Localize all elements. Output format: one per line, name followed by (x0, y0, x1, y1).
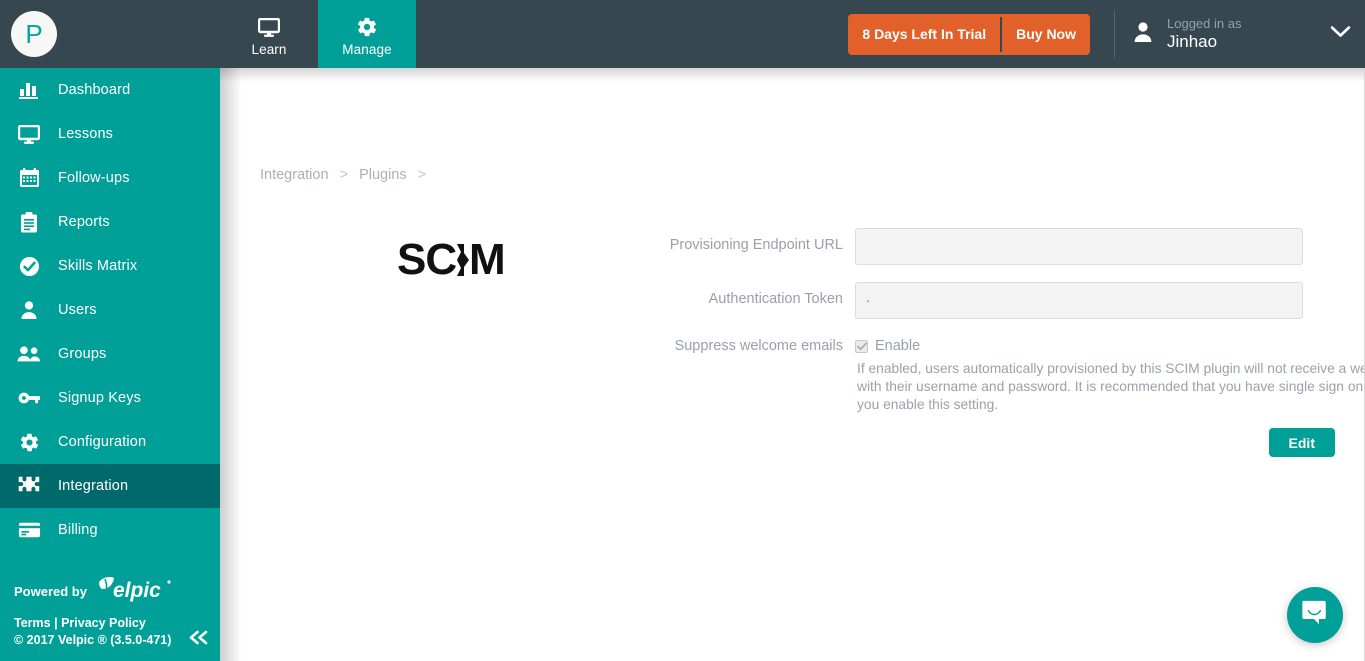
plugin-logo-column: SC M (286, 235, 626, 289)
breadcrumb-plugins[interactable]: Plugins (359, 167, 407, 183)
sidebar-item-signup-keys[interactable]: Signup Keys (0, 376, 220, 420)
brand-initial: P (25, 19, 43, 49)
people-icon (0, 345, 58, 363)
intercom-chat-button[interactable] (1287, 587, 1343, 643)
check-circle-icon (0, 256, 58, 277)
suppress-welcome-emails-label: Suppress welcome emails (674, 338, 843, 354)
brand-area[interactable]: P (0, 0, 220, 68)
key-icon (0, 391, 58, 405)
sidebar-item-label: Skills Matrix (58, 258, 138, 274)
trial-badge: 8 Days Left In Trial Buy Now (848, 13, 1090, 55)
sidebar-item-billing[interactable]: Billing (0, 508, 220, 552)
sidebar-item-reports[interactable]: Reports (0, 200, 220, 244)
sidebar: Dashboard Lessons Follow-ups Reports Ski… (0, 68, 220, 661)
sidebar-footer: Powered by elpic Terms | Privacy Policy … (0, 576, 220, 661)
sidebar-item-dashboard[interactable]: Dashboard (0, 68, 220, 112)
svg-text:SC: SC (397, 236, 456, 284)
field-row-authentication-token: Authentication Token · (650, 282, 1330, 319)
sidebar-item-label: Lessons (58, 126, 114, 142)
bar-chart-icon (0, 81, 58, 100)
user-meta: Logged in as Jinhao (1167, 16, 1241, 51)
monitor-icon (0, 124, 58, 144)
svg-text:M: M (469, 236, 505, 284)
sidebar-item-label: Signup Keys (58, 390, 142, 406)
buy-now-button[interactable]: Buy Now (1002, 14, 1090, 55)
breadcrumb-integration[interactable]: Integration (260, 167, 329, 183)
velpic-logo: elpic (96, 576, 174, 607)
trial-days-label: 8 Days Left In Trial (862, 26, 987, 42)
field-row-provisioning-endpoint-url: Provisioning Endpoint URL (650, 228, 1330, 265)
user-name: Jinhao (1167, 31, 1218, 51)
provisioning-endpoint-url-label: Provisioning Endpoint URL (669, 237, 843, 253)
sidebar-item-follow-ups[interactable]: Follow-ups (0, 156, 220, 200)
authentication-token-label: Authentication Token (708, 291, 843, 307)
tab-learn[interactable]: Learn (220, 0, 318, 68)
chevron-down-icon[interactable] (1330, 25, 1351, 43)
suppress-welcome-emails-control: Enable (855, 336, 920, 354)
copyright-text: © 2017 Velpic ® (3.5.0-471) (14, 633, 172, 647)
sidebar-item-integration[interactable]: Integration (0, 464, 220, 508)
sidebar-item-configuration[interactable]: Configuration (0, 420, 220, 464)
sidebar-item-label: Groups (58, 346, 107, 362)
gear-icon (0, 432, 58, 453)
tab-manage[interactable]: Manage (318, 0, 416, 68)
header-nav-tabs: Learn Manage (220, 0, 416, 68)
scim-settings-form: Provisioning Endpoint URL Authentication… (650, 228, 1365, 415)
provisioning-endpoint-url-input[interactable] (855, 228, 1303, 265)
chat-smile-icon (1301, 599, 1329, 631)
breadcrumb-separator-2: > (417, 167, 427, 183)
terms-link[interactable]: Terms (14, 616, 51, 630)
brand-avatar[interactable]: P (11, 11, 57, 57)
sidebar-item-label-reports: Reports (58, 214, 110, 230)
authentication-token-input[interactable]: · (855, 282, 1303, 319)
credit-card-icon (0, 522, 58, 538)
sidebar-item-label: Users (58, 302, 97, 318)
legal-links: Terms | Privacy Policy (14, 616, 206, 630)
sidebar-item-label: Integration (58, 478, 129, 494)
person-icon (0, 300, 58, 320)
tab-manage-label: Manage (342, 42, 392, 57)
sidebar-item-users[interactable]: Users (0, 288, 220, 332)
header-spacer (416, 0, 848, 68)
links-divider: | (54, 616, 58, 630)
sidebar-item-label: Dashboard (58, 82, 131, 98)
person-icon (1133, 21, 1153, 48)
clipboard-icon (0, 211, 58, 233)
gear-icon (356, 15, 378, 39)
calendar-icon (0, 168, 58, 188)
sidebar-item-label: Follow-ups (58, 170, 130, 186)
tab-learn-label: Learn (251, 42, 287, 57)
breadcrumb-separator-1: > (339, 167, 349, 183)
user-menu[interactable]: Logged in as Jinhao (1115, 0, 1365, 68)
logged-in-label: Logged in as (1167, 16, 1242, 32)
sidebar-item-label: Billing (58, 522, 98, 538)
enable-checkbox-label[interactable]: Enable (875, 338, 920, 354)
sidebar-item-lessons[interactable]: Lessons (0, 112, 220, 156)
breadcrumb: Integration > Plugins > (260, 167, 433, 183)
check-icon (856, 341, 867, 350)
app-root: P Learn Manage 8 Days Left In Trial Buy … (0, 0, 1365, 661)
sidebar-item-groups[interactable]: Groups (0, 332, 220, 376)
suppress-welcome-emails-help-text: If enabled, users automatically provisio… (857, 361, 1365, 413)
field-row-suppress-welcome-emails: Suppress welcome emails Enable (650, 336, 1330, 354)
edit-button[interactable]: Edit (1268, 428, 1335, 457)
enable-checkbox[interactable] (855, 339, 868, 353)
privacy-policy-link[interactable]: Privacy Policy (61, 616, 146, 630)
svg-text:elpic: elpic (113, 579, 161, 602)
powered-by-row: Powered by elpic (14, 576, 206, 607)
puzzle-piece-icon (0, 476, 58, 496)
sidebar-item-skills-matrix[interactable]: Skills Matrix (0, 244, 220, 288)
powered-by-label: Powered by (14, 584, 87, 599)
monitor-icon (258, 15, 280, 39)
main-content: Integration > Plugins > SC M Provisionin… (220, 68, 1365, 661)
scim-logo: SC M (397, 235, 515, 289)
double-chevron-left-icon[interactable] (188, 630, 210, 649)
sidebar-item-label: Configuration (58, 434, 147, 450)
top-header: P Learn Manage 8 Days Left In Trial Buy … (0, 0, 1365, 68)
